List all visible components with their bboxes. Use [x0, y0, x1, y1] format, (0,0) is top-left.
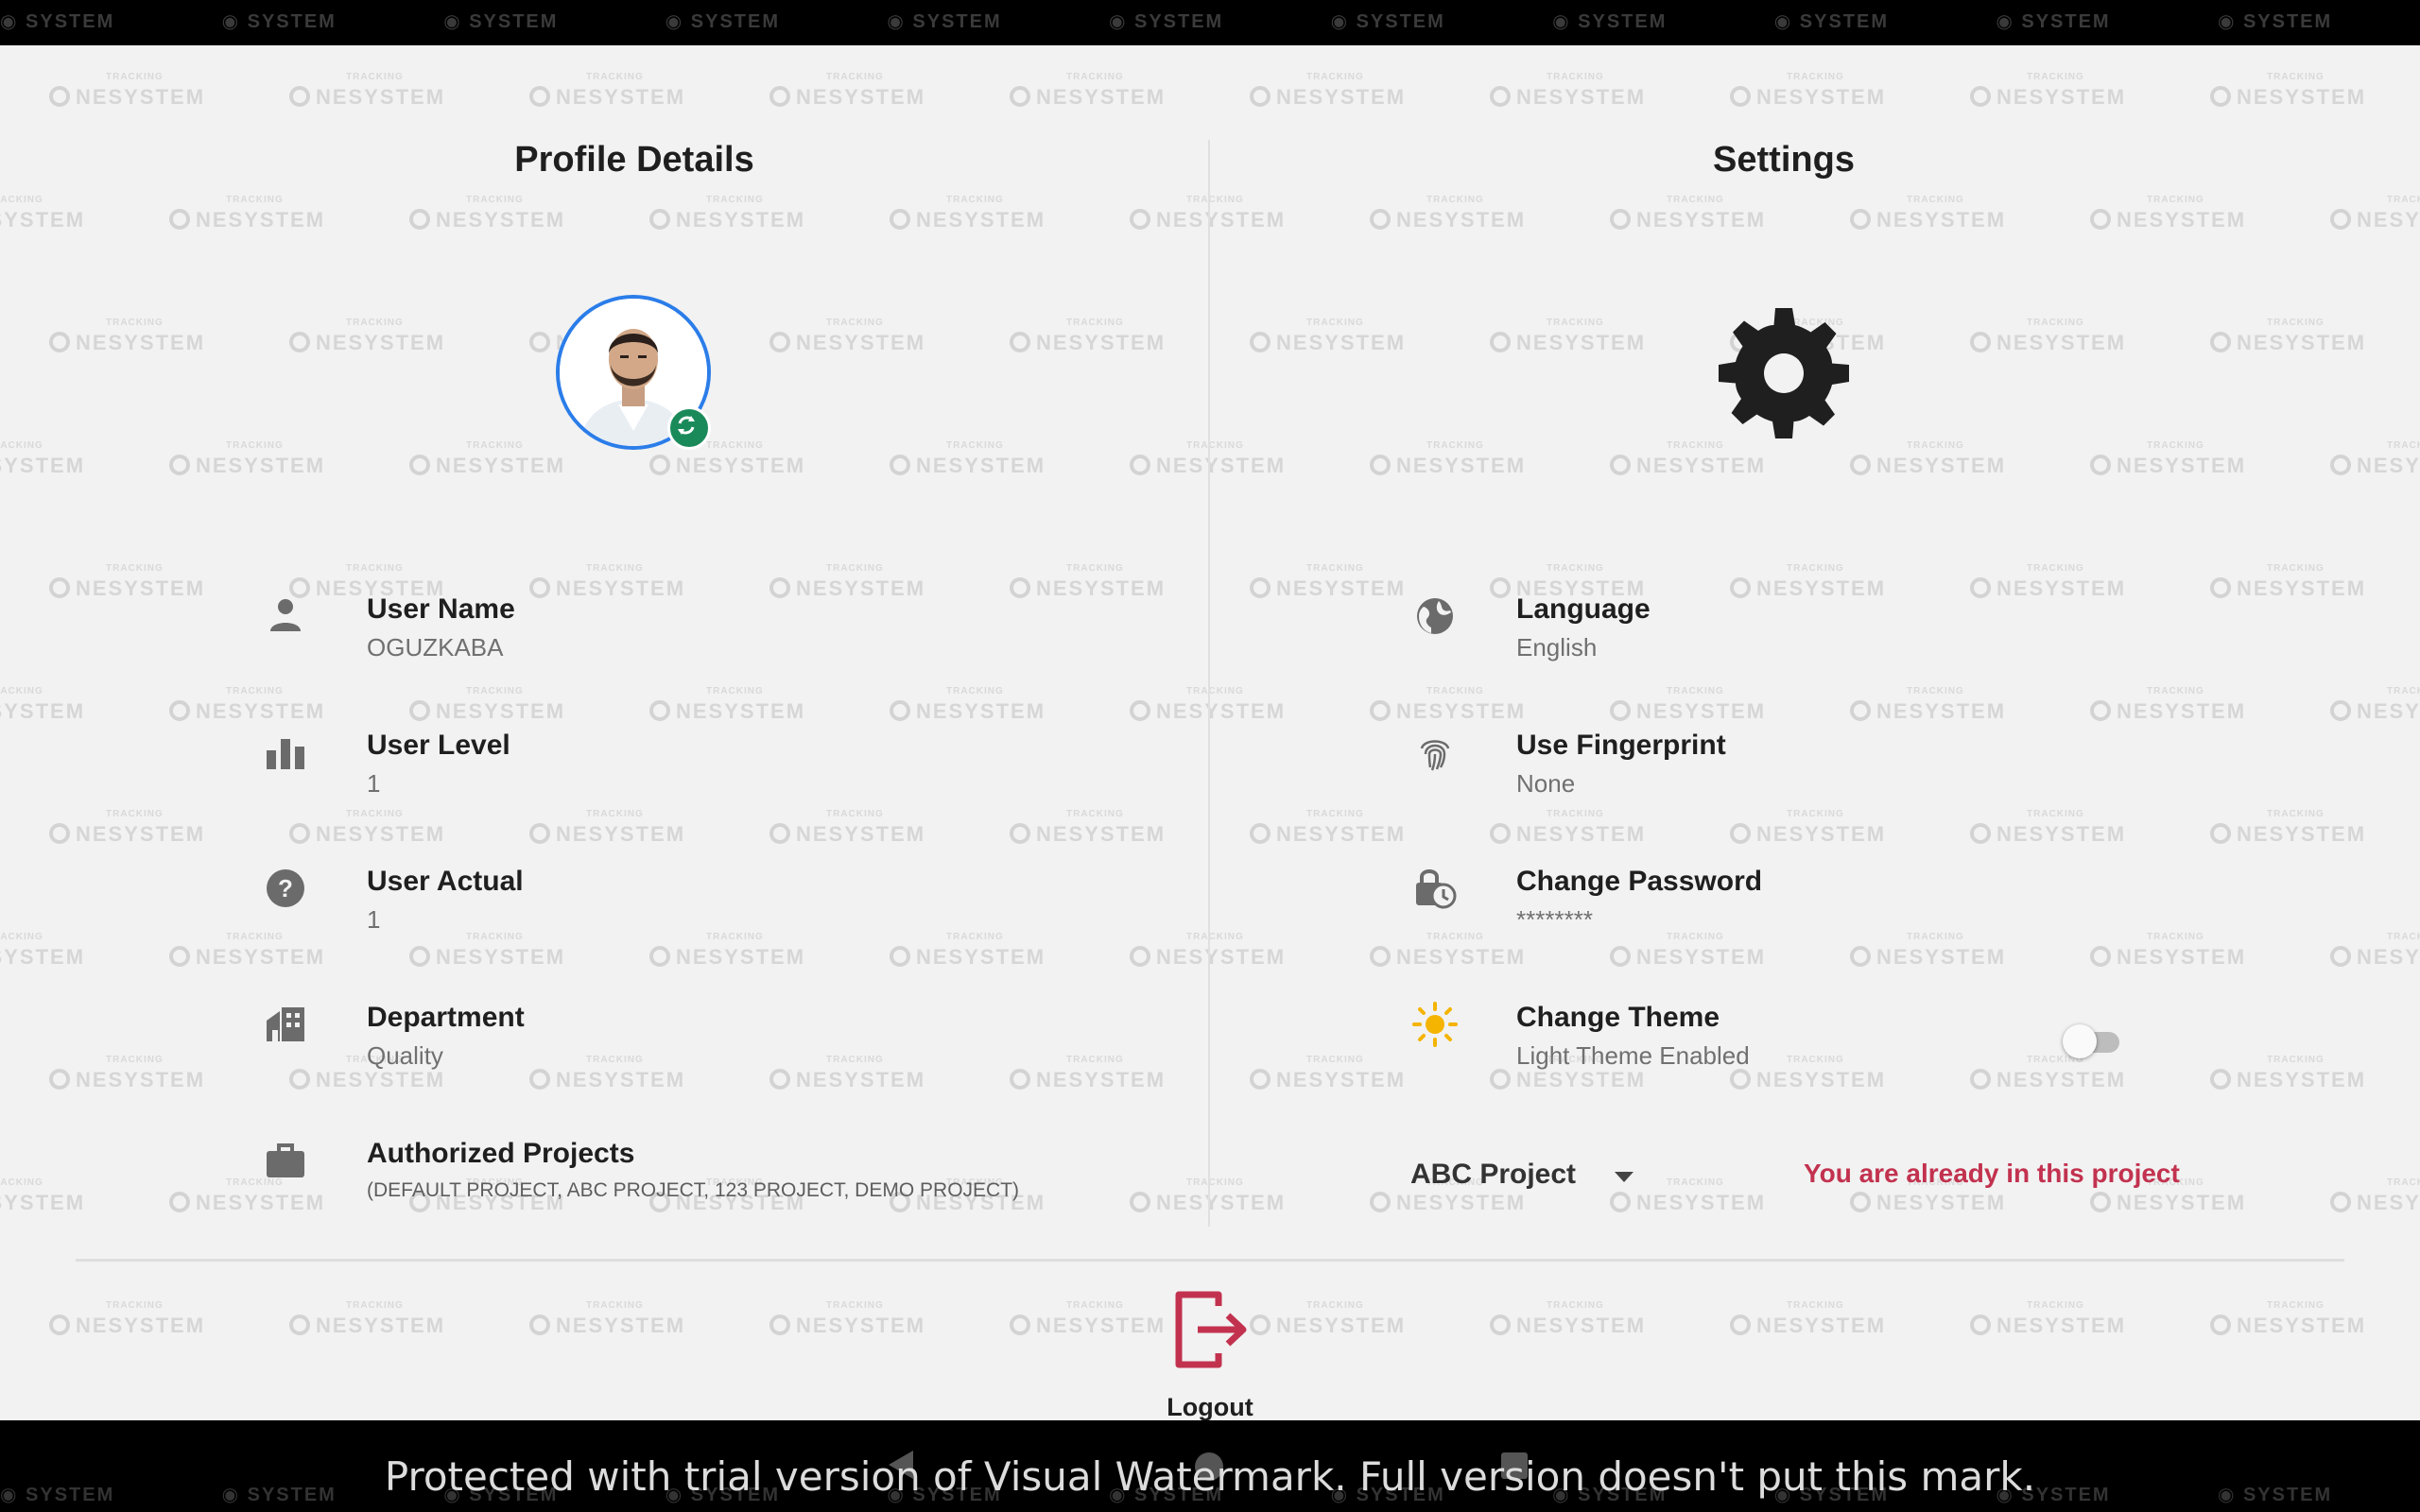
change-theme-value: Light Theme Enabled	[1516, 1041, 1750, 1070]
authorized-projects-label: Authorized Projects	[367, 1138, 635, 1169]
svg-text:?: ?	[278, 874, 293, 902]
change-password-label: Change Password	[1516, 866, 1763, 897]
status-bar-watermark: ◉ SYSTEM ◉ SYSTEM ◉ SYSTEM ◉ SYSTEM ◉ SY…	[0, 11, 2420, 32]
project-status-message: You are already in this project	[1804, 1159, 2180, 1188]
logout-icon	[1175, 1291, 1247, 1368]
status-bar: ◉ SYSTEM ◉ SYSTEM ◉ SYSTEM ◉ SYSTEM ◉ SY…	[0, 0, 2420, 45]
lock-clock-icon	[1416, 869, 1457, 909]
user-actual-label: User Actual	[367, 866, 524, 897]
chevron-down-icon	[1615, 1172, 1634, 1182]
user-name-label: User Name	[367, 593, 515, 625]
sun-icon	[1412, 1002, 1458, 1047]
department-icon	[267, 1007, 304, 1041]
theme-toggle-knob	[2063, 1024, 2097, 1058]
fingerprint-icon	[1420, 740, 1450, 771]
briefcase-icon	[267, 1143, 304, 1177]
column-divider	[1208, 140, 1210, 1227]
theme-toggle[interactable]	[2063, 1024, 2121, 1058]
logout-label: Logout	[1167, 1393, 1253, 1421]
user-level-label: User Level	[367, 730, 510, 761]
profile-details-title: Profile Details	[514, 140, 754, 180]
fingerprint-label: Use Fingerprint	[1516, 730, 1726, 761]
language-value: English	[1516, 633, 1598, 662]
department-value: Quality	[367, 1041, 443, 1070]
globe-icon	[1417, 598, 1453, 634]
project-dropdown[interactable]: ABC Project	[1410, 1151, 1637, 1198]
person-icon	[270, 599, 301, 631]
refresh-icon	[678, 416, 695, 435]
language-label: Language	[1516, 593, 1651, 625]
profile-settings-screen: Profile Details Settings User Name OGUZK…	[0, 45, 2420, 1421]
fingerprint-value: None	[1516, 769, 1576, 798]
settings-title: Settings	[1713, 140, 1855, 180]
project-dropdown-value: ABC Project	[1410, 1159, 1577, 1190]
bar-chart-icon	[267, 739, 304, 769]
change-theme-label: Change Theme	[1516, 1002, 1720, 1033]
trial-watermark-notice: Protected with trial version of Visual W…	[384, 1453, 2036, 1500]
gear-icon	[1719, 308, 1849, 438]
bottom-divider	[76, 1259, 2344, 1262]
help-circle-icon: ?	[267, 869, 304, 907]
authorized-projects-value: (DEFAULT PROJECT, ABC PROJECT, 123 PROJE…	[367, 1179, 1020, 1201]
user-name-value: OGUZKABA	[367, 633, 504, 662]
refresh-photo-button[interactable]	[667, 406, 711, 450]
change-password-value: ********	[1516, 905, 1593, 934]
logout-button[interactable]: Logout	[1158, 1278, 1262, 1429]
user-level-value: 1	[367, 769, 381, 798]
department-label: Department	[367, 1002, 525, 1033]
user-actual-value: 1	[367, 905, 381, 934]
